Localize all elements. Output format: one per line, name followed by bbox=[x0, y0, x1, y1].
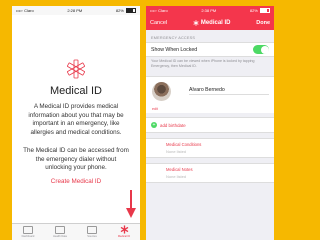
avatar[interactable] bbox=[152, 82, 171, 102]
battery-indicator: 82% bbox=[116, 8, 136, 14]
carrier-label: ••••◦ Claro bbox=[16, 8, 34, 13]
profile-name[interactable]: Alvaro Bernedo bbox=[189, 87, 225, 93]
carrier-label: ••••◦ Claro bbox=[150, 8, 168, 13]
battery-icon bbox=[260, 8, 270, 14]
star-of-life-icon bbox=[193, 19, 199, 26]
show-when-locked-row: Show When Locked bbox=[146, 42, 274, 57]
add-birthdate-label: add birthdate bbox=[160, 122, 186, 128]
plus-icon: + bbox=[151, 122, 157, 129]
tab-medical-id[interactable]: Medical ID bbox=[108, 224, 140, 240]
nav-title: Medical ID bbox=[193, 20, 231, 26]
down-arrow-icon bbox=[126, 190, 136, 218]
access-description: The Medical ID can be accessed from the … bbox=[23, 147, 129, 171]
battery-icon bbox=[126, 8, 136, 14]
phone-screen-right: ••••◦ Claro 2:38 PM 82% Cancel Medical I… bbox=[146, 6, 274, 240]
tab-health-data[interactable]: Health Data bbox=[44, 224, 76, 240]
tab-bar: Dashboard Health Data Sources Medical ID bbox=[12, 223, 140, 240]
tab-sources[interactable]: Sources bbox=[76, 224, 108, 240]
medical-id-intro: Medical ID A Medical ID provides medical… bbox=[12, 15, 140, 224]
show-when-locked-toggle[interactable] bbox=[253, 45, 269, 54]
phone-screen-left: ••••◦ Claro 2:28 PM 82% Medical ID A Med… bbox=[12, 6, 140, 240]
medical-notes-field[interactable]: Medical Notes None listed bbox=[146, 163, 274, 184]
cancel-button[interactable]: Cancel bbox=[150, 20, 167, 26]
clock-label: 2:28 PM bbox=[67, 8, 83, 13]
show-when-locked-label: Show When Locked bbox=[151, 46, 198, 53]
star-of-life-icon bbox=[120, 225, 128, 234]
page-title: Medical ID bbox=[50, 85, 102, 97]
intro-description: A Medical ID provides medical informatio… bbox=[28, 103, 124, 136]
tab-dashboard[interactable]: Dashboard bbox=[12, 224, 44, 240]
lock-footnote: Your Medical ID can be viewed when iPhon… bbox=[151, 59, 255, 68]
field-value: None listed bbox=[166, 149, 187, 155]
create-medical-id-link[interactable]: Create Medical ID bbox=[12, 178, 140, 185]
done-button[interactable]: Done bbox=[256, 20, 270, 26]
status-bar: ••••◦ Claro 2:28 PM 82% bbox=[12, 6, 140, 15]
clock-label: 2:38 PM bbox=[201, 8, 217, 13]
nav-bar: Cancel Medical ID Done bbox=[146, 15, 274, 30]
grid-icon bbox=[55, 226, 65, 234]
chart-icon bbox=[23, 226, 33, 234]
section-header: EMERGENCY ACCESS bbox=[151, 36, 196, 40]
field-label: Medical Notes bbox=[166, 167, 193, 173]
heart-icon bbox=[87, 226, 97, 234]
field-value: None listed bbox=[166, 174, 187, 180]
status-bar: ••••◦ Claro 2:38 PM 82% bbox=[146, 6, 274, 15]
add-birthdate-row[interactable]: + add birthdate bbox=[146, 117, 274, 134]
edit-photo-link[interactable]: edit bbox=[152, 107, 158, 111]
field-label: Medical Conditions bbox=[166, 142, 202, 148]
battery-indicator: 82% bbox=[250, 8, 270, 14]
divider bbox=[189, 94, 269, 95]
star-of-life-icon bbox=[66, 59, 86, 79]
medical-conditions-field[interactable]: Medical Conditions None listed bbox=[146, 138, 274, 159]
profile-card: Alvaro Bernedo bbox=[146, 76, 274, 108]
